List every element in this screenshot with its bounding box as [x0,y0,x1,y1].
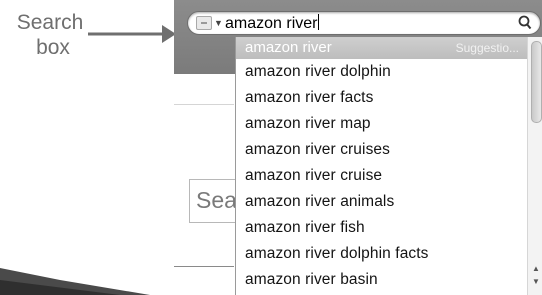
search-input-value: amazon river [225,15,318,32]
suggestion-item[interactable]: amazon river fish [236,215,527,241]
scroll-up-arrow-icon[interactable]: ▲ [532,264,540,273]
suggestion-source-label: Suggestio... [455,41,519,55]
annotation-line-2: box [36,36,70,59]
search-box[interactable]: ▼ amazon river [187,11,541,35]
suggestion-list: amazon river dolphin amazon river facts … [236,59,527,293]
dropdown-scrollbar[interactable]: ▲ ▼ [527,37,542,295]
suggestion-item[interactable]: amazon river basin [236,267,527,293]
page-divider [174,104,234,105]
scroll-down-arrow-icon[interactable]: ▼ [532,277,540,286]
suggestion-highlighted[interactable]: amazon river Suggestio... [236,37,527,59]
page-search-text: Sea [196,187,236,213]
decorative-wedge [0,268,150,295]
suggestion-item[interactable]: amazon river dolphin facts [236,241,527,267]
scrollbar-thumb[interactable] [531,41,542,123]
search-engine-icon[interactable] [196,16,212,30]
annotation-label: Search box [0,10,100,60]
suggestion-item[interactable]: amazon river dolphin [236,59,527,85]
annotation-arrow-icon [88,25,176,43]
magnifier-icon[interactable] [518,15,532,31]
text-cursor [318,14,320,30]
page-divider [174,266,234,267]
suggestion-highlighted-label: amazon river [245,39,332,56]
suggestion-item[interactable]: amazon river cruises [236,137,527,163]
engine-menu-caret-icon[interactable]: ▼ [214,18,223,28]
suggestion-item[interactable]: amazon river facts [236,85,527,111]
suggestion-item[interactable]: amazon river cruise [236,163,527,189]
search-input[interactable]: amazon river [225,14,320,33]
suggestion-dropdown: amazon river Suggestio... amazon river d… [235,37,542,295]
suggestion-item[interactable]: amazon river animals [236,189,527,215]
suggestion-item[interactable]: amazon river map [236,111,527,137]
annotation-line-1: Search [16,11,84,34]
